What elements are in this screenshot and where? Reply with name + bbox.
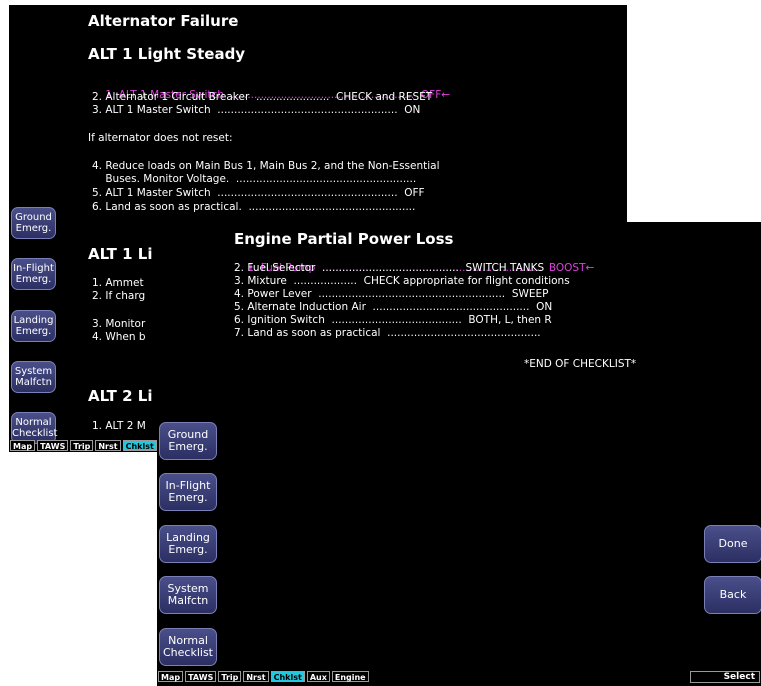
checklist-step-7[interactable]: 7. Land as soon as practical ...........… [234, 327, 541, 339]
checklist-title: Engine Partial Power Loss [234, 230, 454, 248]
done-button[interactable]: Done [704, 525, 761, 563]
tab-map[interactable]: Map [158, 671, 184, 682]
system-malfctn-button[interactable]: System Malfctn [11, 361, 56, 393]
checklist-step-2[interactable]: 2. Fuel Selector .......................… [234, 262, 544, 274]
system-malfctn-button[interactable]: System Malfctn [159, 576, 217, 614]
page-tab-bar: Map TAWS Trip Nrst Chklst Aux Engine [158, 671, 369, 682]
checklist-step-3[interactable]: 3. ALT 1 Master Switch .................… [92, 104, 420, 116]
section-3-title: ALT 2 Li [88, 387, 153, 405]
checklist-step-3[interactable]: 3. Mixture ................... CHECK app… [234, 275, 570, 287]
section-3-line: 1. ALT 2 M [92, 420, 146, 432]
tab-taws[interactable]: TAWS [37, 440, 69, 451]
checklist-subtitle: ALT 1 Light Steady [88, 45, 246, 63]
section-2-line: 3. Monitor [92, 318, 146, 330]
tab-trip[interactable]: Trip [70, 440, 94, 451]
checklist-title: Alternator Failure [88, 12, 239, 30]
in-flight-emerg-button[interactable]: In-Flight Emerg. [11, 258, 56, 290]
section-2-line: 2. If charg [92, 290, 146, 302]
checklist-step-5[interactable]: 5. Alternate Induction Air .............… [234, 301, 552, 313]
tab-nrst[interactable]: Nrst [243, 671, 269, 682]
tab-engine[interactable]: Engine [331, 671, 369, 682]
select-button[interactable]: Select [690, 671, 760, 683]
checklist-step-4[interactable]: 4. Reduce loads on Main Bus 1, Main Bus … [92, 160, 440, 172]
checklist-step-2[interactable]: 2. Alternator 1 Circuit Breaker ........… [92, 91, 432, 103]
end-of-checklist-label: *END OF CHECKLIST* [524, 358, 637, 370]
checklist-step-5[interactable]: 5. ALT 1 Master Switch .................… [92, 187, 425, 199]
checklist-step-6[interactable]: 6. Land as soon as practical. ..........… [92, 201, 415, 213]
tab-map[interactable]: Map [10, 440, 36, 451]
tab-nrst[interactable]: Nrst [95, 440, 121, 451]
section-2-title: ALT 1 Li [88, 245, 153, 263]
tab-taws[interactable]: TAWS [185, 671, 217, 682]
tab-aux[interactable]: Aux [306, 671, 330, 682]
back-button[interactable]: Back [704, 576, 761, 614]
arrow-left-icon: ← [585, 262, 595, 274]
checklist-step-4-cont: Buses. Monitor Voltage. ................… [92, 173, 417, 185]
in-flight-emerg-button[interactable]: In-Flight Emerg. [159, 473, 217, 511]
landing-emerg-button[interactable]: Landing Emerg. [159, 525, 217, 563]
tab-chklst[interactable]: Chklst [122, 440, 157, 451]
tab-trip[interactable]: Trip [218, 671, 242, 682]
ground-emerg-button[interactable]: Ground Emerg. [159, 422, 217, 460]
arrow-left-icon: ← [441, 89, 451, 101]
normal-checklist-button[interactable]: Normal Checklist [159, 628, 217, 666]
checklist-note: If alternator does not reset: [88, 132, 233, 144]
section-2-line: 4. When b [92, 331, 146, 343]
checklist-step-6[interactable]: 6. Ignition Switch .....................… [234, 314, 552, 326]
checklist-step-4[interactable]: 4. Power Lever .........................… [234, 288, 548, 300]
ground-emerg-button[interactable]: Ground Emerg. [11, 207, 56, 239]
section-2-line: 1. Ammet [92, 277, 144, 289]
page-tab-bar: Map TAWS Trip Nrst Chklst [10, 440, 157, 451]
landing-emerg-button[interactable]: Landing Emerg. [11, 310, 56, 342]
tab-chklst[interactable]: Chklst [270, 671, 305, 682]
engine-partial-power-loss-screen: Engine Partial Power Loss 1. Fuel Pump .… [157, 222, 761, 686]
